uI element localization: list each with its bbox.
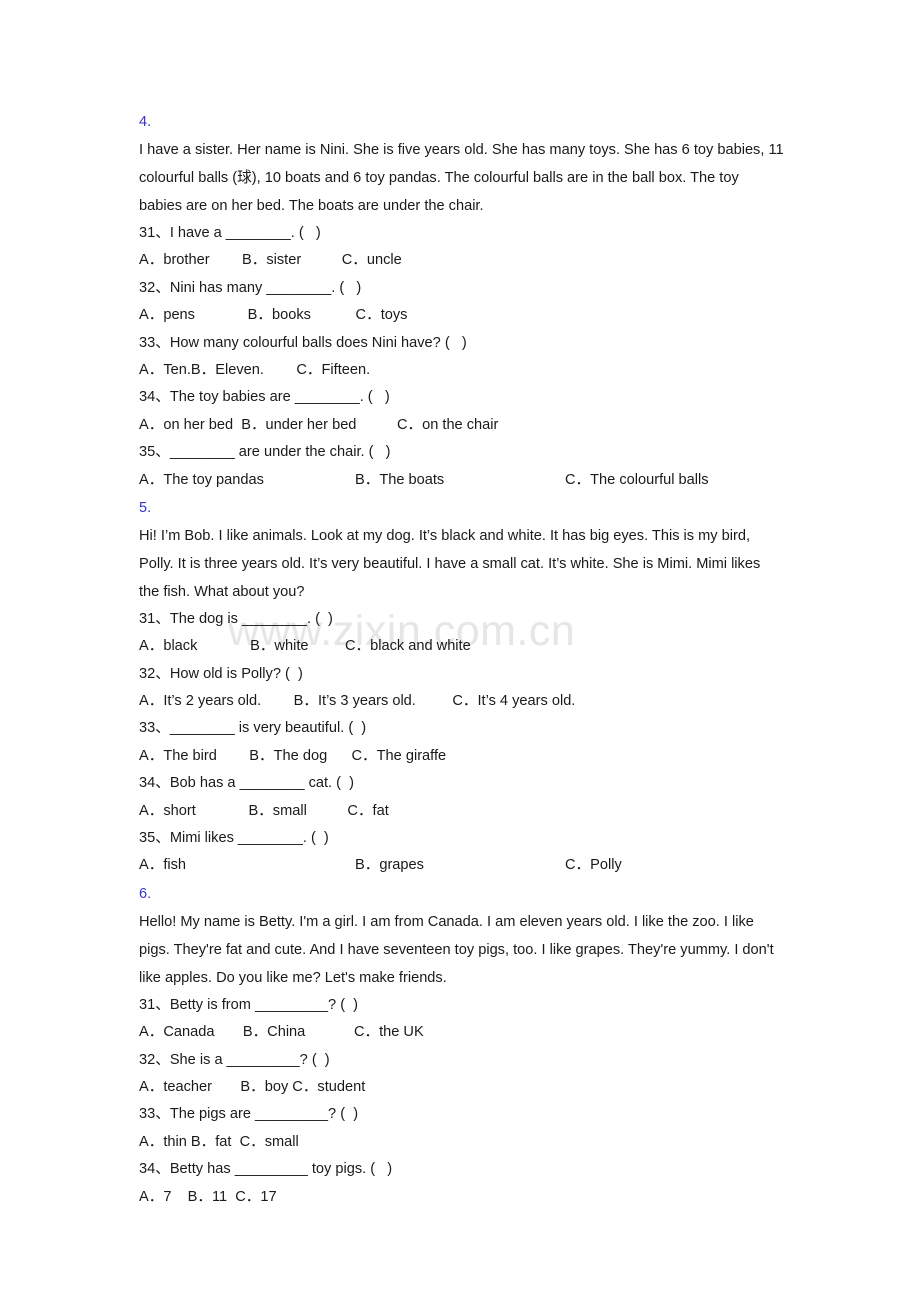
question-stem: 32、She is a _________? ( ) [139, 1051, 330, 1068]
passage-text: Hi! I’m Bob. I like animals. Look at my … [139, 527, 761, 600]
answer-options[interactable]: A．black B．white C．black and white [139, 633, 784, 660]
question-stem: 34、The toy babies are ________. ( ) [139, 389, 390, 406]
answer-option[interactable]: A．The toy pandas [139, 467, 355, 494]
answer-options[interactable]: A．on her bed B．under her bed C．on the ch… [139, 412, 784, 439]
answer-options[interactable]: A．fish B．grapes C．Polly [139, 852, 784, 879]
question-stem: 34、Betty has _________ toy pigs. ( ) [139, 1161, 393, 1178]
question-stem: 33、The pigs are _________? ( ) [139, 1106, 359, 1123]
answer-option[interactable]: A．fish [139, 852, 355, 879]
answer-options[interactable]: A．brother B．sister C．uncle [139, 247, 784, 274]
section-number: 4. [139, 114, 152, 130]
answer-options[interactable]: A．The toy pandas B．The boats C．The colourf… [139, 467, 784, 494]
sections-container: 4. I have a sister. Her name is Nini. She… [139, 108, 784, 1211]
answer-options[interactable]: A．Canada B．China C．the UK [139, 1019, 784, 1046]
question-stem: 31、The dog is ________. ( ) [139, 610, 333, 627]
section-number: 5. [139, 499, 152, 516]
passage-text: Hello! My name is Betty. I'm a girl. I a… [139, 913, 774, 986]
question-stem: 32、How old is Polly? ( ) [139, 665, 303, 682]
worksheet-page: www.zixin.com.cn 4. I have a sister. Her … [0, 0, 920, 1302]
passage-text: I have a sister. Her name is Nini. She i… [139, 142, 784, 214]
passage-section: 4. I have a sister. Her name is Nini. She… [139, 108, 784, 494]
question-stem: 34、Bob has a ________ cat. ( ) [139, 775, 354, 792]
question-stem: 35、________ are under the chair. ( ) [139, 444, 391, 461]
question-stem: 31、Betty is from _________? ( ) [139, 996, 359, 1013]
passage-section: 6. Hello! My name is Betty. I'm a girl. I… [139, 880, 784, 1211]
answer-options[interactable]: A．pens B．books C．toys [139, 302, 784, 329]
answer-options[interactable]: A．teacher B．boy C．student [139, 1074, 784, 1101]
answer-option[interactable]: B．grapes [355, 852, 565, 879]
answer-options[interactable]: A．The bird B．The dog C．The giraffe [139, 743, 784, 770]
answer-option[interactable]: B．The boats [355, 467, 565, 494]
answer-option[interactable]: C．The colourful balls [565, 467, 784, 494]
answer-options[interactable]: A．thin B．fat C．small [139, 1129, 784, 1156]
question-stem: 33、How many colourful balls does Nini ha… [139, 334, 467, 351]
question-stem: 32、Nini has many ________. ( ) [139, 279, 362, 296]
answer-options[interactable]: A．short B．small C．fat [139, 798, 784, 825]
answer-options[interactable]: A．It’s 2 years old. B．It’s 3 years old. … [139, 688, 784, 715]
answer-options[interactable]: A．7 B．11 C．17 [139, 1184, 784, 1211]
answer-option[interactable]: C．Polly [565, 852, 784, 879]
passage-section: 5. Hi! I’m Bob. I like animals. Look at m… [139, 494, 784, 880]
question-stem: 33、________ is very beautiful. ( ) [139, 720, 367, 737]
question-stem: 35、Mimi likes ________. ( ) [139, 830, 329, 847]
question-stem: 31、I have a ________. ( ) [139, 225, 321, 241]
section-number: 6. [139, 885, 152, 902]
document-content: 4. I have a sister. Her name is Nini. She… [139, 108, 784, 1211]
answer-options[interactable]: A．Ten.B．Eleven. C．Fifteen. [139, 357, 784, 384]
